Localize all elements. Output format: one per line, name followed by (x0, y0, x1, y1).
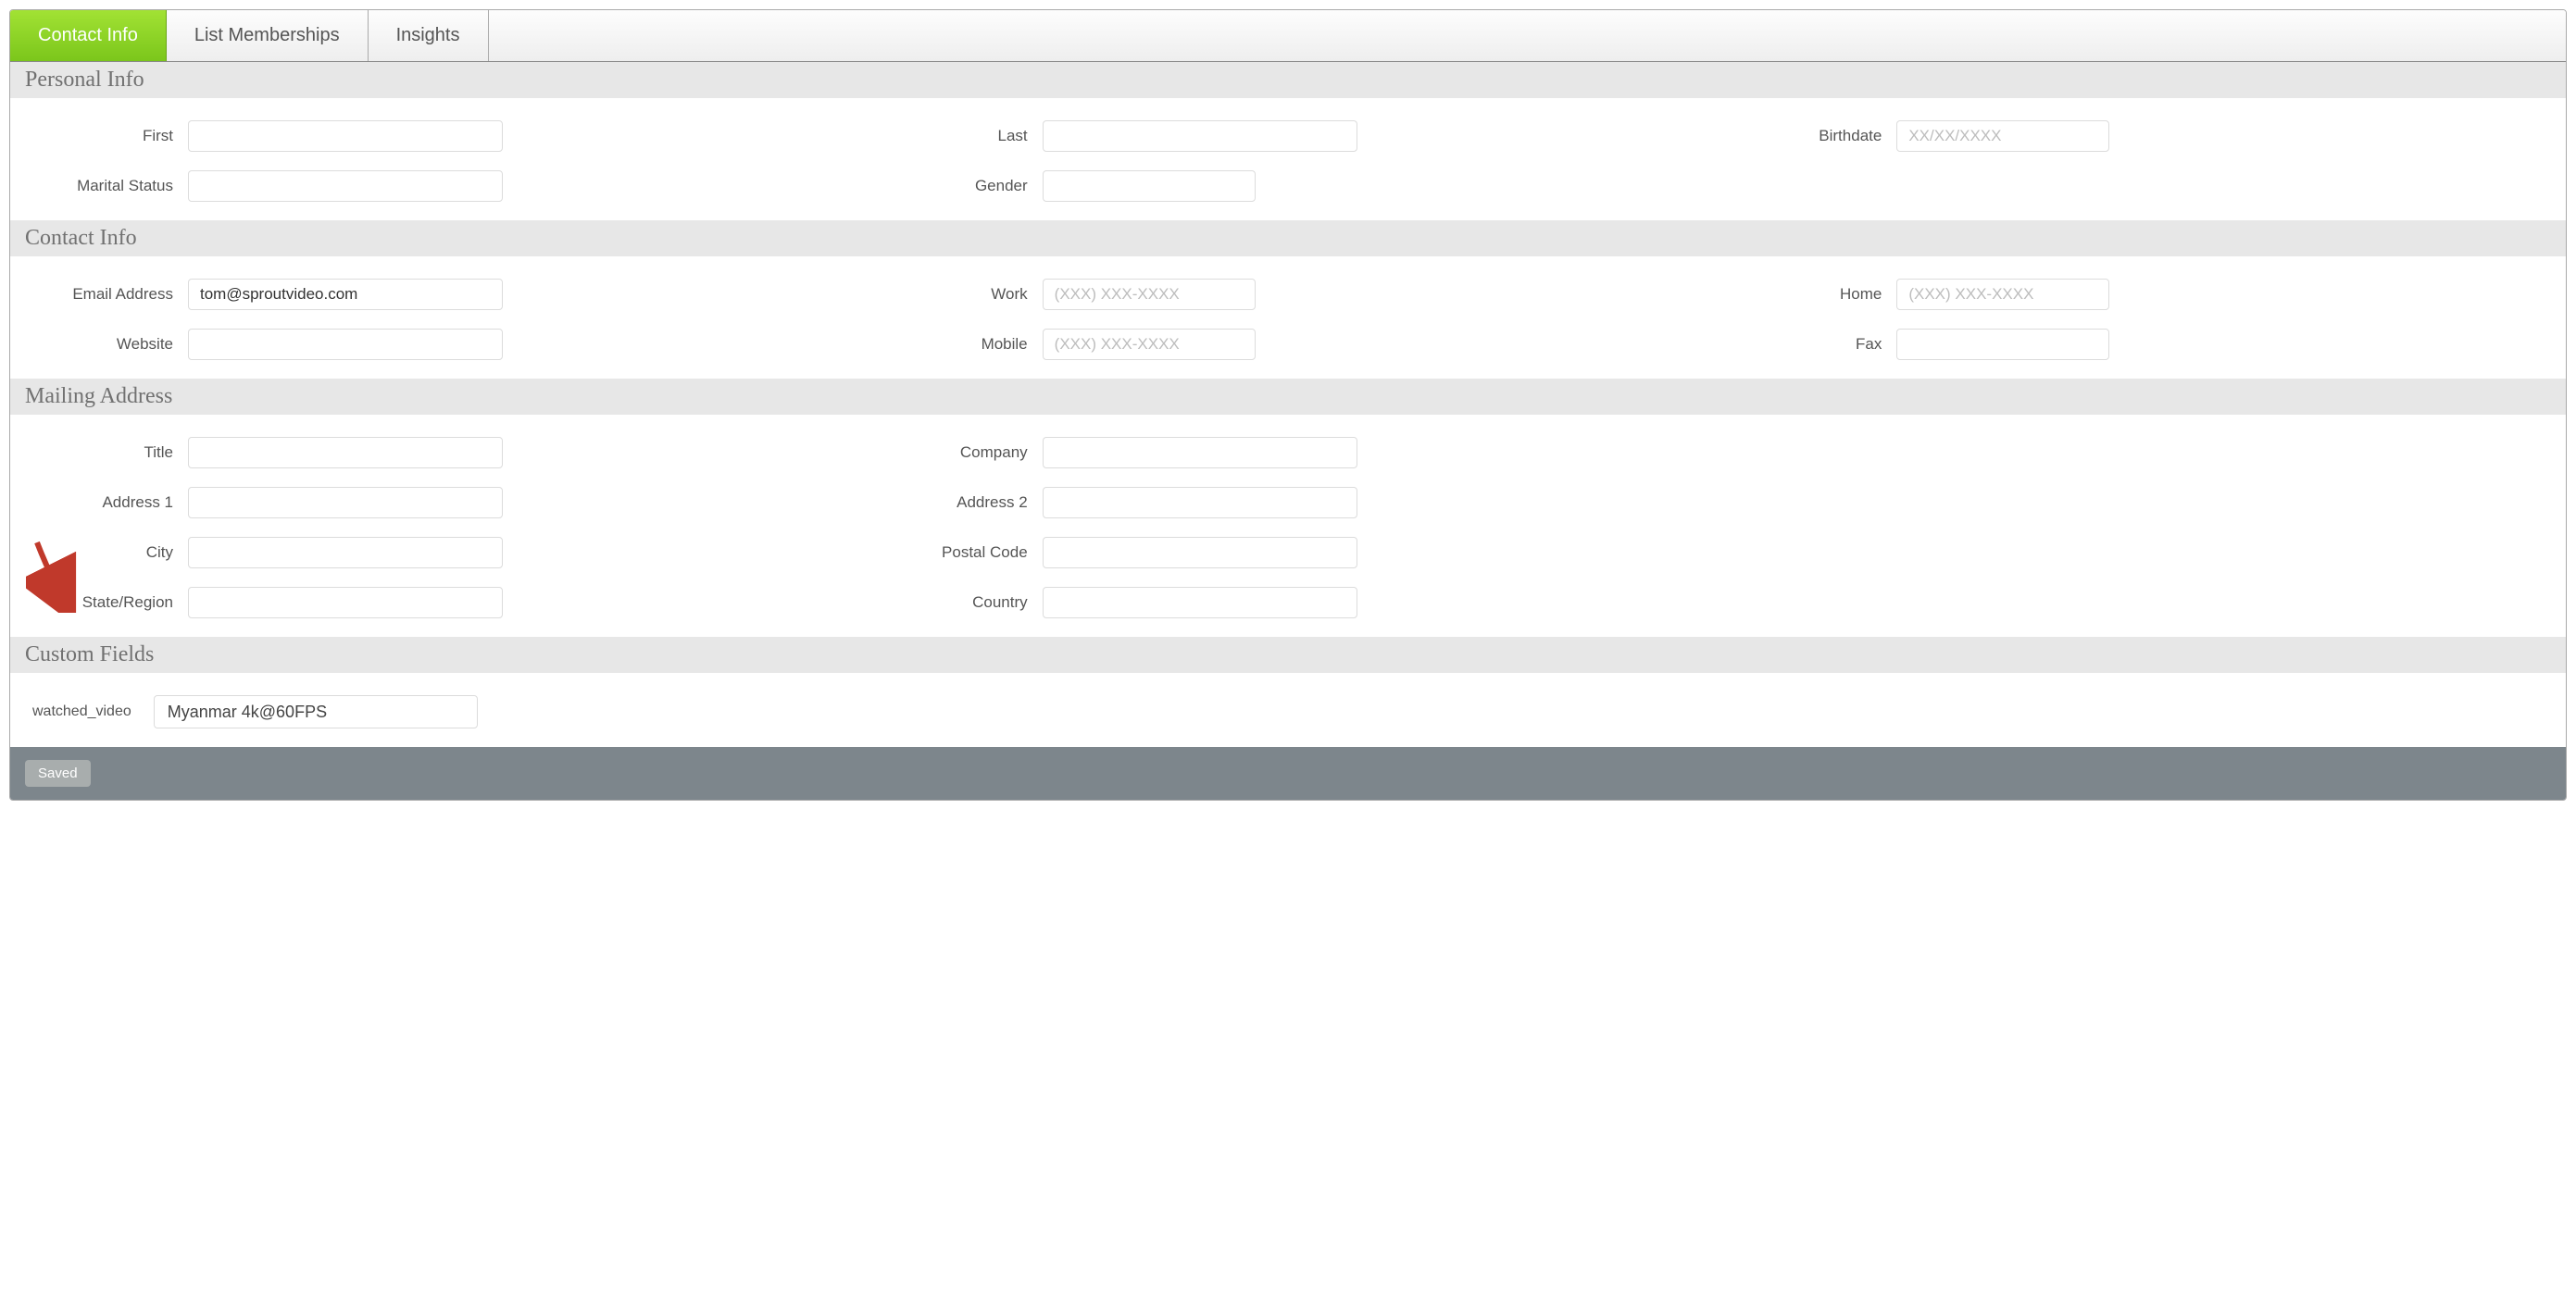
input-state[interactable] (188, 587, 503, 618)
label-last: Last (880, 127, 1028, 145)
field-website: Website (25, 329, 843, 360)
label-marital-status: Marital Status (25, 177, 173, 195)
label-first: First (25, 127, 173, 145)
field-address2: Address 2 (880, 487, 1697, 518)
label-state: State/Region (25, 593, 173, 612)
field-first: First (25, 120, 843, 152)
field-email: Email Address (25, 279, 843, 310)
field-watched-video: watched_video (25, 695, 2551, 728)
tab-bar: Contact Info List Memberships Insights (10, 10, 2566, 62)
input-company[interactable] (1043, 437, 1357, 468)
input-title[interactable] (188, 437, 503, 468)
label-postal: Postal Code (880, 543, 1028, 562)
field-state: State/Region (25, 587, 843, 618)
label-country: Country (880, 593, 1028, 612)
label-watched-video: watched_video (32, 703, 131, 720)
input-birthdate[interactable] (1896, 120, 2109, 152)
section-header-personal: Personal Info (10, 62, 2566, 98)
field-gender: Gender (880, 170, 1697, 202)
label-address1: Address 1 (25, 493, 173, 512)
input-first[interactable] (188, 120, 503, 152)
input-city[interactable] (188, 537, 503, 568)
field-country: Country (880, 587, 1697, 618)
input-marital-status[interactable] (188, 170, 503, 202)
label-address2: Address 2 (880, 493, 1028, 512)
field-home-phone: Home (1733, 279, 2551, 310)
field-last: Last (880, 120, 1697, 152)
contact-panel: Contact Info List Memberships Insights P… (9, 9, 2567, 801)
label-work-phone: Work (880, 285, 1028, 304)
input-work-phone[interactable] (1043, 279, 1256, 310)
panel-footer: Saved (10, 747, 2566, 800)
label-city: City (25, 543, 173, 562)
section-header-custom: Custom Fields (10, 637, 2566, 673)
field-address1: Address 1 (25, 487, 843, 518)
label-website: Website (25, 335, 173, 354)
tab-contact-info[interactable]: Contact Info (10, 10, 167, 61)
input-home-phone[interactable] (1896, 279, 2109, 310)
input-email[interactable] (188, 279, 503, 310)
input-fax[interactable] (1896, 329, 2109, 360)
section-header-mailing: Mailing Address (10, 379, 2566, 415)
field-title: Title (25, 437, 843, 468)
label-mobile-phone: Mobile (880, 335, 1028, 354)
section-header-contact: Contact Info (10, 220, 2566, 256)
label-home-phone: Home (1733, 285, 1882, 304)
input-postal[interactable] (1043, 537, 1357, 568)
input-gender[interactable] (1043, 170, 1256, 202)
label-email: Email Address (25, 285, 173, 304)
input-mobile-phone[interactable] (1043, 329, 1256, 360)
input-address2[interactable] (1043, 487, 1357, 518)
label-company: Company (880, 443, 1028, 462)
field-fax: Fax (1733, 329, 2551, 360)
field-birthdate: Birthdate (1733, 120, 2551, 152)
field-company: Company (880, 437, 1697, 468)
tab-list-memberships[interactable]: List Memberships (167, 10, 369, 61)
label-title: Title (25, 443, 173, 462)
label-fax: Fax (1733, 335, 1882, 354)
label-gender: Gender (880, 177, 1028, 195)
tab-insights[interactable]: Insights (369, 10, 489, 61)
saved-button[interactable]: Saved (25, 760, 91, 787)
field-work-phone: Work (880, 279, 1697, 310)
field-marital-status: Marital Status (25, 170, 843, 202)
input-last[interactable] (1043, 120, 1357, 152)
field-city: City (25, 537, 843, 568)
input-country[interactable] (1043, 587, 1357, 618)
input-address1[interactable] (188, 487, 503, 518)
input-watched-video[interactable] (154, 695, 478, 728)
field-postal: Postal Code (880, 537, 1697, 568)
field-mobile-phone: Mobile (880, 329, 1697, 360)
label-birthdate: Birthdate (1733, 127, 1882, 145)
input-website[interactable] (188, 329, 503, 360)
